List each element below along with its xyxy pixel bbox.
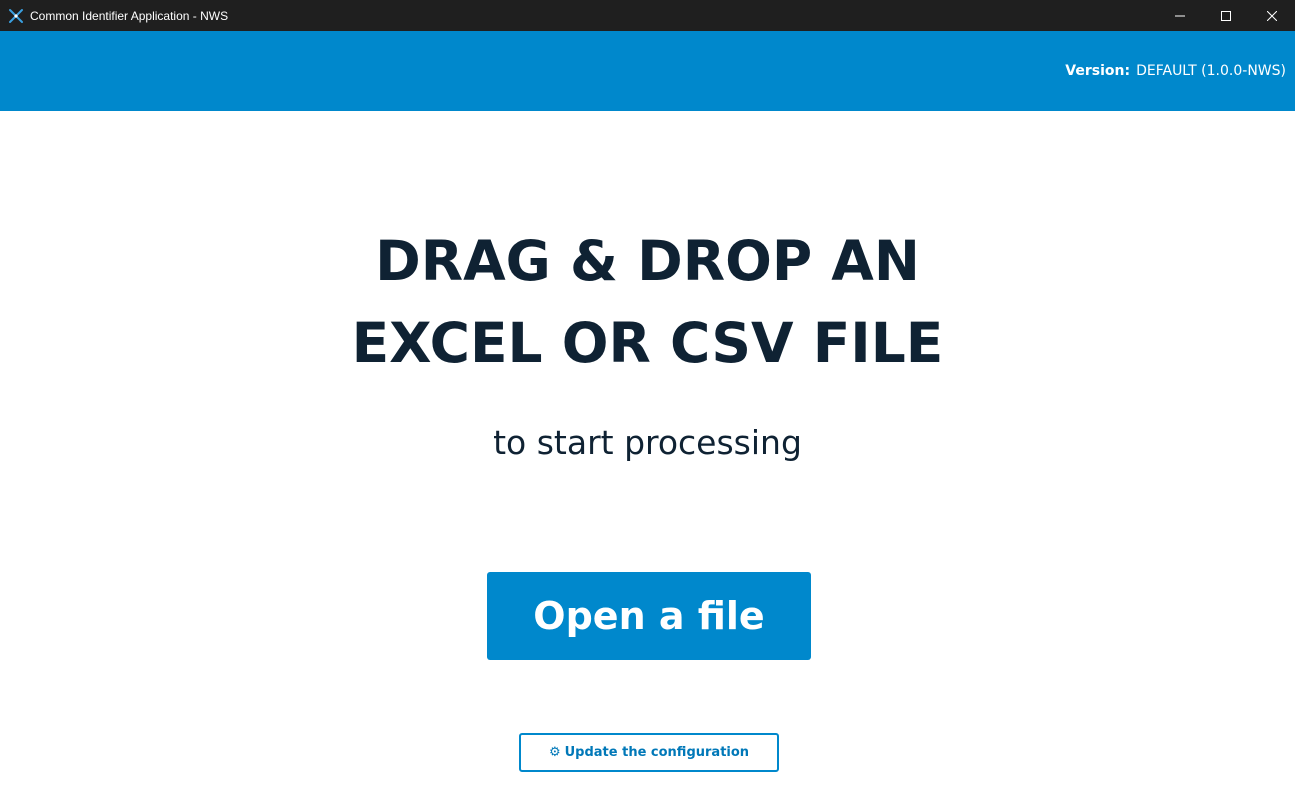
app-header: Version: DEFAULT (1.0.0-NWS) <box>0 31 1295 111</box>
open-file-button[interactable]: Open a file <box>487 572 811 660</box>
close-icon <box>1266 6 1278 25</box>
maximize-button[interactable] <box>1203 0 1249 31</box>
drop-zone-headline: DRAG & DROP AN EXCEL OR CSV FILE <box>0 220 1295 384</box>
minimize-icon <box>1175 6 1185 25</box>
version-value: DEFAULT (1.0.0-NWS) <box>1136 63 1286 79</box>
window-title: Common Identifier Application - NWS <box>30 8 229 23</box>
maximize-icon <box>1221 6 1231 25</box>
version-label: Version: <box>1065 63 1131 79</box>
version-info: Version: DEFAULT (1.0.0-NWS) <box>1065 63 1286 79</box>
headline-line-2: EXCEL OR CSV FILE <box>351 311 944 375</box>
drop-zone-subheading: to start processing <box>493 423 802 462</box>
update-configuration-button[interactable]: ⚙ Update the configuration <box>519 733 779 772</box>
headline-line-1: DRAG & DROP AN <box>375 229 920 293</box>
close-button[interactable] <box>1249 0 1295 31</box>
window-controls <box>1157 0 1295 31</box>
update-configuration-label: Update the configuration <box>564 745 750 760</box>
app-window: Common Identifier Application - NWS Vers… <box>0 0 1295 791</box>
app-x-icon <box>8 8 24 24</box>
minimize-button[interactable] <box>1157 0 1203 31</box>
gear-icon: ⚙ <box>548 745 561 760</box>
title-bar[interactable]: Common Identifier Application - NWS <box>0 0 1295 31</box>
